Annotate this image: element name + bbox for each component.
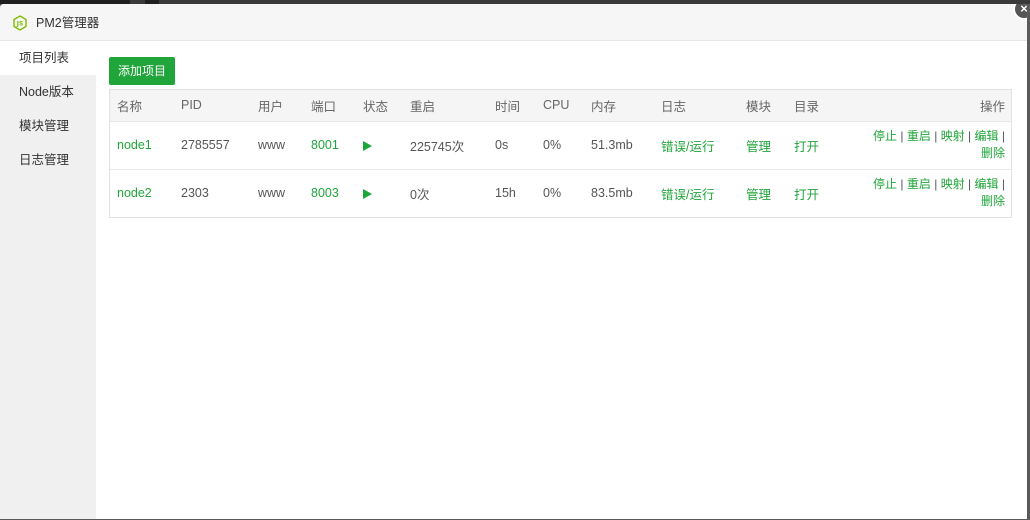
col-header-port: 端口: [311, 99, 337, 114]
map-link[interactable]: 映射: [941, 129, 965, 143]
time-cell: 0s: [495, 138, 509, 152]
delete-link[interactable]: 删除: [981, 194, 1005, 208]
table-row: node2 2303 www 8003 0次 15h 0% 83.5mb 错误/…: [110, 169, 1011, 217]
table-row: node1 2785557 www 8001 225745次 0s 0% 51.…: [110, 121, 1011, 169]
table-header-row: 名称 PID 用户 端口 状态 重启 时间 CPU 内存 日志 模块 目录 操作: [110, 90, 1011, 121]
col-header-status: 状态: [363, 99, 389, 114]
project-name-link[interactable]: node2: [110, 169, 174, 217]
port-link[interactable]: 8001: [304, 121, 356, 169]
pid-cell: 2785557: [181, 138, 230, 152]
col-header-time: 时间: [495, 99, 521, 114]
sidebar-item-log-manage[interactable]: 日志管理: [0, 143, 96, 177]
col-header-restart: 重启: [410, 99, 436, 114]
time-cell: 15h: [495, 186, 516, 201]
open-dir-link[interactable]: 打开: [787, 169, 839, 217]
edit-link[interactable]: 编辑: [975, 129, 999, 143]
col-header-module: 模块: [746, 99, 772, 114]
add-project-button[interactable]: 添加项目: [109, 57, 176, 85]
sidebar-item-node-version[interactable]: Node版本: [0, 75, 96, 109]
col-header-cpu: CPU: [543, 98, 570, 113]
ops-cell: 停止 | 重启 | 映射 | 编辑 | 删除: [873, 129, 1005, 160]
port-link[interactable]: 8003: [304, 169, 356, 217]
module-manage-link[interactable]: 管理: [739, 169, 787, 217]
sidebar-item-module-manage[interactable]: 模块管理: [0, 109, 96, 143]
restart-cell: 0次: [410, 187, 430, 202]
svg-text:JS: JS: [16, 21, 24, 28]
play-icon[interactable]: [363, 188, 372, 199]
main-content: 添加项目 名称 PID 用户 端口 状态 重启 时间 CPU 内存 日志 模块 …: [96, 41, 1027, 519]
col-header-ops: 操作: [979, 99, 1005, 114]
restart-link[interactable]: 重启: [907, 177, 931, 191]
pm2-manager-window: JS PM2管理器 × 项目列表 Node版本 模块管理 日志管理 添加项目 名…: [0, 4, 1027, 519]
restart-cell: 225745次: [410, 139, 465, 154]
open-dir-link[interactable]: 打开: [787, 121, 839, 169]
pid-cell: 2303: [181, 186, 209, 201]
cpu-cell: 0%: [543, 186, 562, 201]
ops-cell: 停止 | 重启 | 映射 | 编辑 | 删除: [873, 177, 1005, 209]
edit-link[interactable]: 编辑: [975, 177, 999, 191]
col-header-pid: PID: [181, 98, 202, 113]
nodejs-icon: JS: [12, 15, 28, 31]
restart-link[interactable]: 重启: [907, 129, 931, 143]
title-bar: JS PM2管理器: [0, 4, 1027, 41]
log-link[interactable]: 错误/运行: [654, 121, 739, 169]
cpu-cell: 0%: [543, 138, 562, 152]
sidebar: 项目列表 Node版本 模块管理 日志管理: [0, 41, 96, 519]
log-link[interactable]: 错误/运行: [654, 169, 739, 217]
project-table: 名称 PID 用户 端口 状态 重启 时间 CPU 内存 日志 模块 目录 操作: [109, 89, 1012, 218]
col-header-user: 用户: [258, 99, 284, 114]
status-cell: [356, 169, 403, 217]
col-header-memory: 内存: [591, 99, 617, 114]
sidebar-item-project-list[interactable]: 项目列表: [0, 41, 96, 75]
delete-link[interactable]: 删除: [981, 146, 1005, 160]
memory-cell: 51.3mb: [591, 138, 633, 152]
col-header-log: 日志: [661, 99, 687, 114]
map-link[interactable]: 映射: [941, 177, 965, 191]
user-cell: www: [258, 186, 286, 201]
status-cell: [356, 121, 403, 169]
col-header-dir: 目录: [794, 99, 820, 114]
project-name-link[interactable]: node1: [110, 121, 174, 169]
module-manage-link[interactable]: 管理: [739, 121, 787, 169]
memory-cell: 83.5mb: [591, 186, 633, 201]
stop-link[interactable]: 停止: [873, 129, 897, 143]
user-cell: www: [258, 138, 286, 152]
play-icon[interactable]: [363, 140, 372, 151]
window-title: PM2管理器: [36, 16, 100, 30]
col-header-name: 名称: [117, 99, 143, 114]
stop-link[interactable]: 停止: [873, 177, 897, 191]
